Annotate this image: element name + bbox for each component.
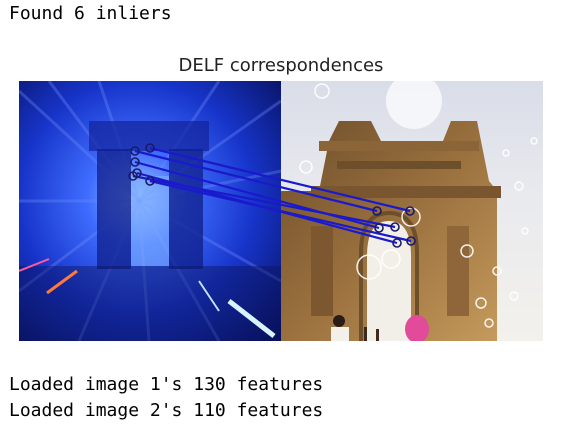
image-1 (19, 81, 282, 341)
features-output-line-2: Loaded image 2's 110 features (9, 400, 324, 421)
features-output-line-1: Loaded image 1's 130 features (9, 374, 324, 395)
correspondence-figure (19, 81, 543, 341)
figure-title: DELF correspondences (178, 55, 384, 76)
inliers-output-line: Found 6 inliers (9, 3, 172, 24)
